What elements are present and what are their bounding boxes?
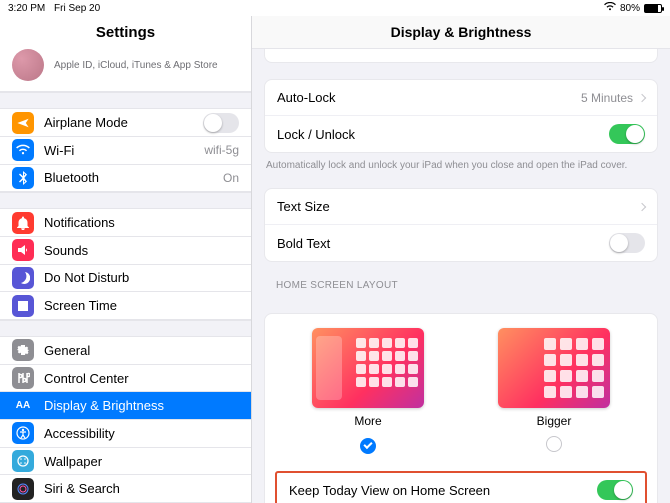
- wifi-settings-icon: [12, 139, 34, 161]
- display-icon: AA: [12, 395, 34, 417]
- wifi-value: wifi-5g: [204, 143, 239, 157]
- sidebar-item-bluetooth[interactable]: Bluetooth On: [0, 165, 251, 193]
- bluetooth-value: On: [223, 171, 239, 185]
- wifi-label: Wi-Fi: [44, 143, 74, 158]
- highlighted-row: Keep Today View on Home Screen: [275, 471, 647, 503]
- screentime-label: Screen Time: [44, 298, 117, 313]
- status-bar: 3:20 PM Fri Sep 20 80%: [0, 0, 670, 16]
- row-boldtext[interactable]: Bold Text: [265, 225, 657, 261]
- controlcenter-label: Control Center: [44, 371, 129, 386]
- boldtext-toggle[interactable]: [609, 233, 645, 253]
- radio-bigger[interactable]: [546, 436, 562, 452]
- group-gap: [0, 192, 251, 209]
- thumb-more: [312, 328, 424, 408]
- card-lock: Auto-Lock 5 Minutes Lock / Unlock: [264, 79, 658, 153]
- thumb-bigger: [498, 328, 610, 408]
- general-icon: [12, 339, 34, 361]
- sidebar: Settings Apple ID, iCloud, iTunes & App …: [0, 16, 252, 503]
- siri-label: Siri & Search: [44, 481, 120, 496]
- battery-pct: 80%: [620, 3, 640, 14]
- sidebar-item-wallpaper[interactable]: Wallpaper: [0, 448, 251, 476]
- layout-option-more[interactable]: More: [312, 328, 424, 457]
- bluetooth-label: Bluetooth: [44, 170, 99, 185]
- accessibility-label: Accessibility: [44, 426, 115, 441]
- sidebar-item-airplane[interactable]: Airplane Mode: [0, 109, 251, 137]
- detail-title: Display & Brightness: [252, 16, 670, 49]
- keep-today-label: Keep Today View on Home Screen: [289, 483, 490, 498]
- status-time: 3:20 PM: [8, 3, 45, 14]
- wallpaper-label: Wallpaper: [44, 454, 102, 469]
- sidebar-item-dnd[interactable]: Do Not Disturb: [0, 265, 251, 293]
- battery-icon: [644, 4, 662, 13]
- profile-subtitle: Apple ID, iCloud, iTunes & App Store: [54, 60, 218, 71]
- prev-card-stub: [264, 49, 658, 63]
- dnd-label: Do Not Disturb: [44, 270, 129, 285]
- notifications-icon: [12, 212, 34, 234]
- lockunlock-toggle[interactable]: [609, 124, 645, 144]
- sidebar-item-display[interactable]: AA Display & Brightness: [0, 392, 251, 420]
- controlcenter-icon: [12, 367, 34, 389]
- sidebar-item-accessibility[interactable]: Accessibility: [0, 420, 251, 448]
- sidebar-item-wifi[interactable]: Wi-Fi wifi-5g: [0, 137, 251, 165]
- display-label: Display & Brightness: [44, 398, 164, 413]
- detail-pane: Display & Brightness Auto-Lock 5 Minutes…: [252, 16, 670, 503]
- layout-option-bigger[interactable]: Bigger: [498, 328, 610, 457]
- boldtext-label: Bold Text: [277, 236, 330, 251]
- notifications-label: Notifications: [44, 215, 115, 230]
- sounds-icon: [12, 239, 34, 261]
- sidebar-item-sounds[interactable]: Sounds: [0, 237, 251, 265]
- row-lockunlock[interactable]: Lock / Unlock: [265, 116, 657, 152]
- accessibility-icon: [12, 422, 34, 444]
- opt-more-label: More: [312, 414, 424, 428]
- group-gap: [0, 92, 251, 109]
- airplane-icon: [12, 112, 34, 134]
- sounds-label: Sounds: [44, 243, 88, 258]
- opt-bigger-label: Bigger: [498, 414, 610, 428]
- autolock-value: 5 Minutes: [581, 91, 633, 105]
- card-text: Text Size Bold Text: [264, 188, 658, 262]
- lockunlock-note: Automatically lock and unlock your iPad …: [252, 153, 670, 172]
- airplane-label: Airplane Mode: [44, 115, 128, 130]
- radio-more[interactable]: [360, 438, 376, 454]
- avatar: [12, 49, 44, 81]
- layout-header: HOME SCREEN LAYOUT: [252, 262, 670, 297]
- sidebar-item-notifications[interactable]: Notifications: [0, 209, 251, 237]
- general-label: General: [44, 343, 90, 358]
- sidebar-item-siri[interactable]: Siri & Search: [0, 475, 251, 503]
- bluetooth-icon: [12, 167, 34, 189]
- siri-icon: [12, 478, 34, 500]
- wallpaper-icon: [12, 450, 34, 472]
- dnd-icon: [12, 267, 34, 289]
- row-keep-today[interactable]: Keep Today View on Home Screen: [277, 473, 645, 503]
- lockunlock-label: Lock / Unlock: [277, 127, 355, 142]
- status-right: 80%: [604, 2, 662, 14]
- airplane-toggle[interactable]: [203, 113, 239, 133]
- group-gap: [0, 320, 251, 337]
- status-date: Fri Sep 20: [54, 3, 100, 14]
- chevron-right-icon: [638, 202, 646, 210]
- row-textsize[interactable]: Text Size: [265, 189, 657, 225]
- layout-options: More Bigger: [265, 314, 657, 467]
- status-left: 3:20 PM Fri Sep 20: [8, 3, 106, 14]
- sidebar-item-general[interactable]: General: [0, 337, 251, 365]
- screentime-icon: [12, 295, 34, 317]
- profile-row[interactable]: Apple ID, iCloud, iTunes & App Store: [0, 45, 251, 92]
- autolock-label: Auto-Lock: [277, 90, 336, 105]
- sidebar-item-controlcenter[interactable]: Control Center: [0, 365, 251, 393]
- textsize-label: Text Size: [277, 199, 330, 214]
- chevron-right-icon: [638, 93, 646, 101]
- wifi-icon: [604, 2, 616, 14]
- row-autolock[interactable]: Auto-Lock 5 Minutes: [265, 80, 657, 116]
- card-layout: More Bigger Keep Today View on Home Scre…: [264, 313, 658, 503]
- sidebar-item-screentime[interactable]: Screen Time: [0, 292, 251, 320]
- keep-today-toggle[interactable]: [597, 480, 633, 500]
- sidebar-title: Settings: [0, 16, 251, 45]
